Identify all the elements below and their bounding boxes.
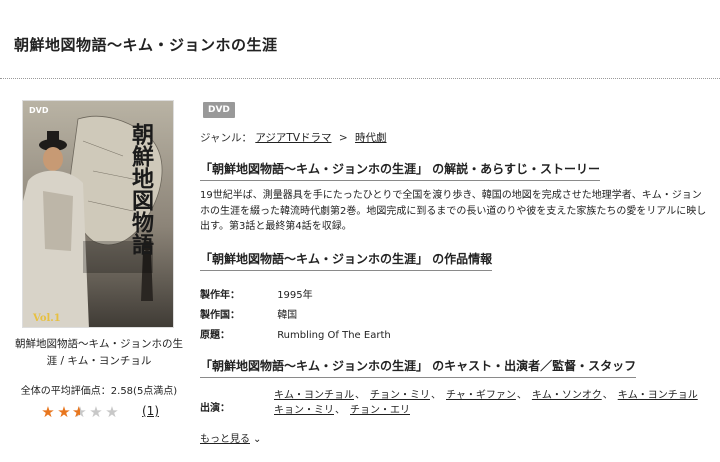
header-divider xyxy=(0,78,720,79)
info-label: 原題： xyxy=(200,330,230,341)
info-value: 1995年 xyxy=(277,290,313,301)
synopsis-heading: 「朝鮮地図物語〜キム・ジョンホの生涯」 の解説・あらすじ・ストーリー xyxy=(200,160,600,181)
dvd-badge: DVD xyxy=(203,102,235,118)
cover-dvd-logo: DVD xyxy=(29,106,49,115)
info-value: Rumbling Of The Earth xyxy=(277,330,391,341)
dvd-cover-image[interactable]: 朝鮮地図物語 DVD Vol.1 xyxy=(22,100,174,328)
info-label: 製作年： xyxy=(200,290,240,301)
genre-link-period-drama[interactable]: 時代劇 xyxy=(355,132,387,144)
cast-link[interactable]: チョン・エリ xyxy=(350,405,410,416)
cast-heading: 「朝鮮地図物語〜キム・ジョンホの生涯」 のキャスト・出演者／監督・スタッフ xyxy=(200,357,637,378)
genre-breadcrumb: ジャンル： アジアTVドラマ > 時代劇 xyxy=(200,130,387,145)
show-more-link[interactable]: もっと見る ⌄ xyxy=(200,430,261,445)
rating-stars: ★ ★★ ★ ★ xyxy=(40,403,120,421)
cover-caption: 朝鮮地図物語〜キム・ジョンホの生涯 / キム・ヨンチョル xyxy=(15,338,183,367)
info-row-year: 製作年： 1995年 xyxy=(200,286,313,301)
cast-link[interactable]: チャ・ギファン xyxy=(446,390,516,401)
star-icon: ★ xyxy=(72,403,88,421)
cast-link[interactable]: キム・ソンオク xyxy=(532,390,602,401)
cast-separator: 、 xyxy=(355,390,365,401)
cast-separator: 、 xyxy=(335,405,345,416)
genre-label: ジャンル： xyxy=(200,132,252,144)
cast-list: キム・ヨンチョル、 チョン・ミリ、 チャ・ギファン、 キム・ソンオク、 キム・ヨンチョル… xyxy=(274,388,704,418)
genre-link-asian-tv-drama[interactable]: アジアTVドラマ xyxy=(255,132,331,144)
breadcrumb-separator: > xyxy=(338,132,348,144)
info-heading: 「朝鮮地図物語〜キム・ジョンホの生涯」 の作品情報 xyxy=(200,250,493,271)
cast-separator: 、 xyxy=(516,390,527,401)
cast-link[interactable]: キム・ヨンチョル xyxy=(618,390,698,401)
cast-link[interactable]: キョン・ミリ xyxy=(274,405,334,416)
cast-separator: 、 xyxy=(431,390,441,401)
cast-separator: 、 xyxy=(602,390,613,401)
show-more-label: もっと見る xyxy=(200,434,250,445)
star-icon: ★ xyxy=(41,403,55,421)
star-icon: ★ xyxy=(89,403,103,421)
review-count-link[interactable]: (1) xyxy=(142,404,159,418)
page-title: 朝鮮地図物語〜キム・ジョンホの生涯 xyxy=(14,36,278,54)
average-rating-text: 全体の平均評価点：2.58(5点満点) xyxy=(20,386,178,397)
info-label: 製作国： xyxy=(200,310,240,321)
cover-art-title: 朝鮮地図物語 xyxy=(128,122,154,255)
cover-vol-label: Vol.1 xyxy=(32,313,61,324)
cast-link[interactable]: キム・ヨンチョル xyxy=(274,390,354,401)
cast-link[interactable]: チョン・ミリ xyxy=(370,390,430,401)
info-value: 韓国 xyxy=(277,310,298,321)
synopsis-text: 19世紀半ば、測量器具を手にたったひとりで全国を渡り歩き、韓国の地図を完成させた… xyxy=(200,190,707,232)
star-icon: ★ xyxy=(57,403,71,421)
cast-label: 出演： xyxy=(200,403,230,414)
info-row-original-title: 原題： Rumbling Of The Earth xyxy=(200,326,391,341)
chevron-down-icon: ⌄ xyxy=(253,434,262,445)
info-row-country: 製作国： 韓国 xyxy=(200,306,297,321)
star-icon: ★ xyxy=(105,403,119,421)
